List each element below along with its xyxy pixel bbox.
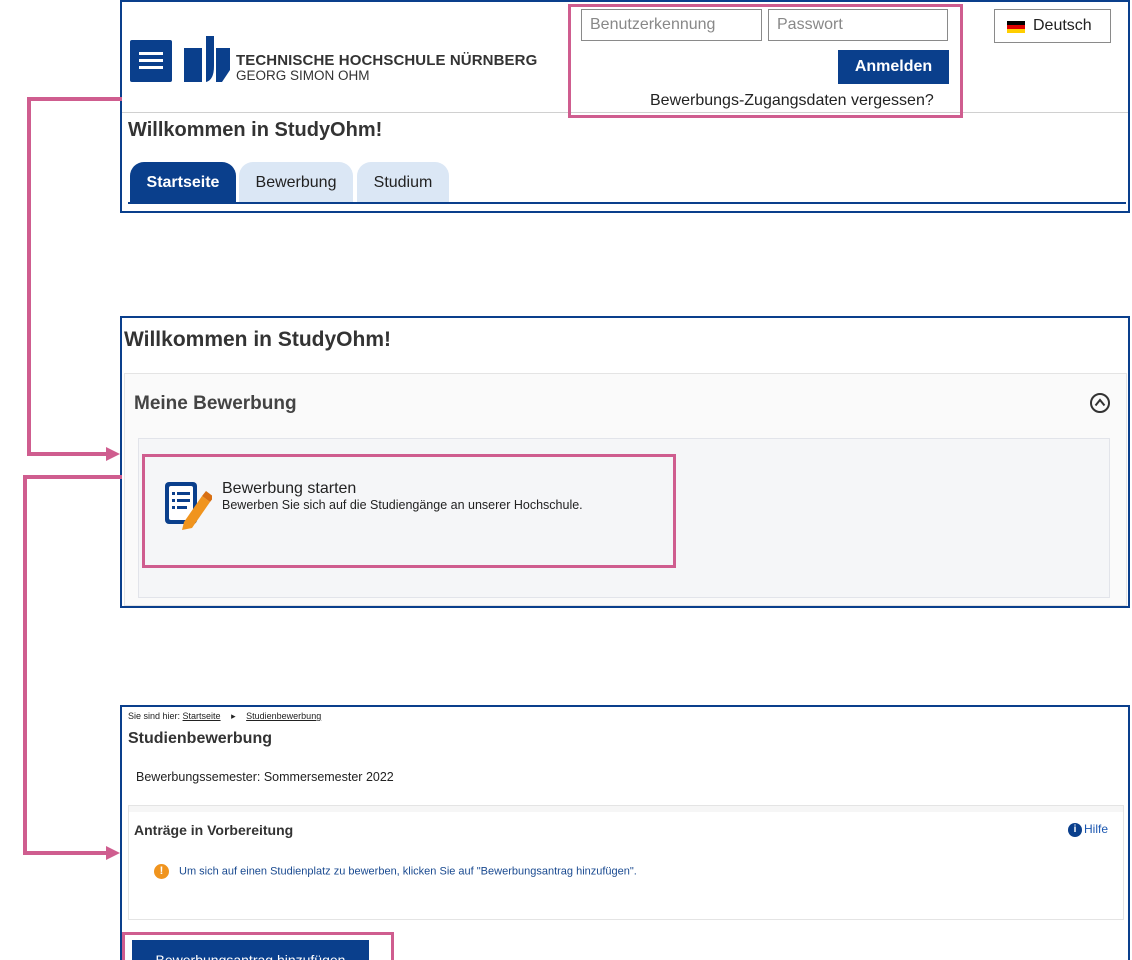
page-title: Willkommen in StudyOhm! <box>124 328 391 351</box>
breadcrumb-prefix: Sie sind hier: <box>128 711 181 721</box>
breadcrumb-home-link[interactable]: Startseite <box>183 711 221 721</box>
tab-bewerbung[interactable]: Bewerbung <box>239 162 353 204</box>
language-selector[interactable]: Deutsch <box>994 9 1111 43</box>
info-icon: i <box>1068 822 1082 837</box>
card-header-strip <box>129 806 1123 812</box>
info-text: Um sich auf einen Studienplatz zu bewerb… <box>179 865 637 878</box>
arrow-head-icon <box>106 846 120 860</box>
logo-subtitle: GEORG SIMON OHM <box>236 68 370 83</box>
start-application-highlight[interactable] <box>142 454 676 568</box>
info-message: ! Um sich auf einen Studienplatz zu bewer… <box>154 864 637 879</box>
login-highlight <box>568 4 963 118</box>
collapse-icon[interactable] <box>1089 392 1111 414</box>
section-title: Anträge in Vorbereitung <box>134 822 294 838</box>
breadcrumb: Sie sind hier: Startseite ▸ Studienbewer… <box>128 711 321 722</box>
warning-icon: ! <box>154 864 169 879</box>
connector-line <box>27 97 31 455</box>
language-label: Deutsch <box>1033 17 1092 34</box>
tab-studium[interactable]: Studium <box>357 162 449 204</box>
tab-startseite[interactable]: Startseite <box>130 162 236 204</box>
logo-title: TECHNISCHE HOCHSCHULE NÜRNBERG <box>236 52 538 69</box>
chevron-right-icon: ▸ <box>231 711 236 721</box>
tab-underline <box>128 202 1126 204</box>
page-title: Studienbewerbung <box>128 730 272 747</box>
help-link[interactable]: i Hilfe <box>1068 822 1108 837</box>
section-title: Meine Bewerbung <box>134 393 297 414</box>
hamburger-icon[interactable] <box>130 40 172 82</box>
add-application-highlight <box>122 932 394 960</box>
connector-line <box>27 97 122 101</box>
study-application-panel: Sie sind hier: Startseite ▸ Studienbewer… <box>120 705 1130 960</box>
breadcrumb-current-link[interactable]: Studienbewerbung <box>246 711 321 721</box>
semester-label: Bewerbungssemester: Sommersemester 2022 <box>136 770 394 784</box>
connector-line <box>23 475 122 479</box>
page-title: Willkommen in StudyOhm! <box>128 119 383 141</box>
connector-line <box>23 475 27 855</box>
connector-line <box>27 452 107 456</box>
help-label: Hilfe <box>1084 822 1109 836</box>
german-flag-icon <box>1007 21 1025 33</box>
arrow-head-icon <box>106 447 120 461</box>
connector-line <box>23 851 107 855</box>
logo-icon <box>184 36 230 82</box>
